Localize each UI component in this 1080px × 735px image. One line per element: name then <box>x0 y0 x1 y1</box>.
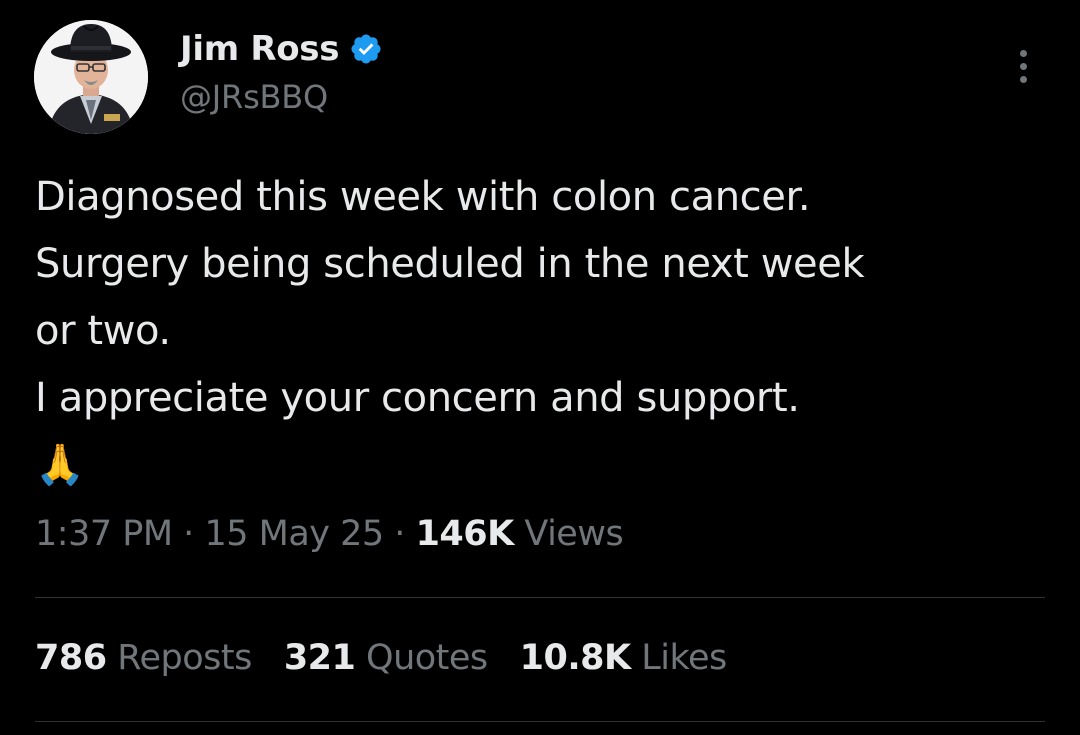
more-dot-icon <box>1019 75 1027 83</box>
author-handle[interactable]: @JRsBBQ <box>180 78 328 116</box>
reposts-label: Reposts <box>117 638 252 678</box>
views-label: Views <box>524 514 624 554</box>
tweet-text-line: or two. <box>35 308 171 354</box>
divider <box>35 597 1045 598</box>
divider <box>35 721 1045 722</box>
more-options-button[interactable] <box>1006 44 1040 88</box>
folded-hands-emoji-icon: 🙏 <box>35 442 85 488</box>
tweet-time[interactable]: 1:37 PM <box>35 514 173 554</box>
likes-count: 10.8K <box>519 638 631 678</box>
quotes-stat[interactable]: 321 Quotes <box>284 638 488 678</box>
profile-photo-icon <box>34 20 148 134</box>
tweet-text-line: Diagnosed this week with colon cancer. <box>35 174 811 220</box>
tweet-text-line: Surgery being scheduled in the next week <box>35 241 865 287</box>
reposts-count: 786 <box>35 638 107 678</box>
likes-label: Likes <box>641 638 727 678</box>
engagement-stats: 786 Reposts 321 Quotes 10.8K Likes <box>35 638 727 678</box>
likes-stat[interactable]: 10.8K Likes <box>519 638 728 678</box>
emoji-line: 🙏 <box>35 432 1045 499</box>
quotes-label: Quotes <box>366 638 488 678</box>
tweet-date[interactable]: 15 May 25 <box>204 514 384 554</box>
tweet-text-line: I appreciate your concern and support. <box>35 375 800 421</box>
tweet-detail: Jim Ross @JRsBBQ Diagnosed this week wit… <box>0 0 1080 735</box>
verified-badge-icon[interactable] <box>349 32 383 66</box>
views-count: 146K <box>415 514 515 554</box>
tweet-meta: 1:37 PM · 15 May 25 · 146K Views <box>35 514 624 554</box>
avatar[interactable] <box>34 20 148 134</box>
more-dot-icon <box>1019 49 1027 57</box>
quotes-count: 321 <box>283 638 356 678</box>
more-dot-icon <box>1019 62 1027 70</box>
reposts-stat[interactable]: 786 Reposts <box>35 638 252 678</box>
author-name-row[interactable]: Jim Ross <box>180 26 383 72</box>
meta-separator: · <box>183 514 194 554</box>
author-display-name[interactable]: Jim Ross <box>180 29 339 69</box>
meta-separator: · <box>394 514 405 554</box>
tweet-text: Diagnosed this week with colon cancer. S… <box>35 164 1045 499</box>
